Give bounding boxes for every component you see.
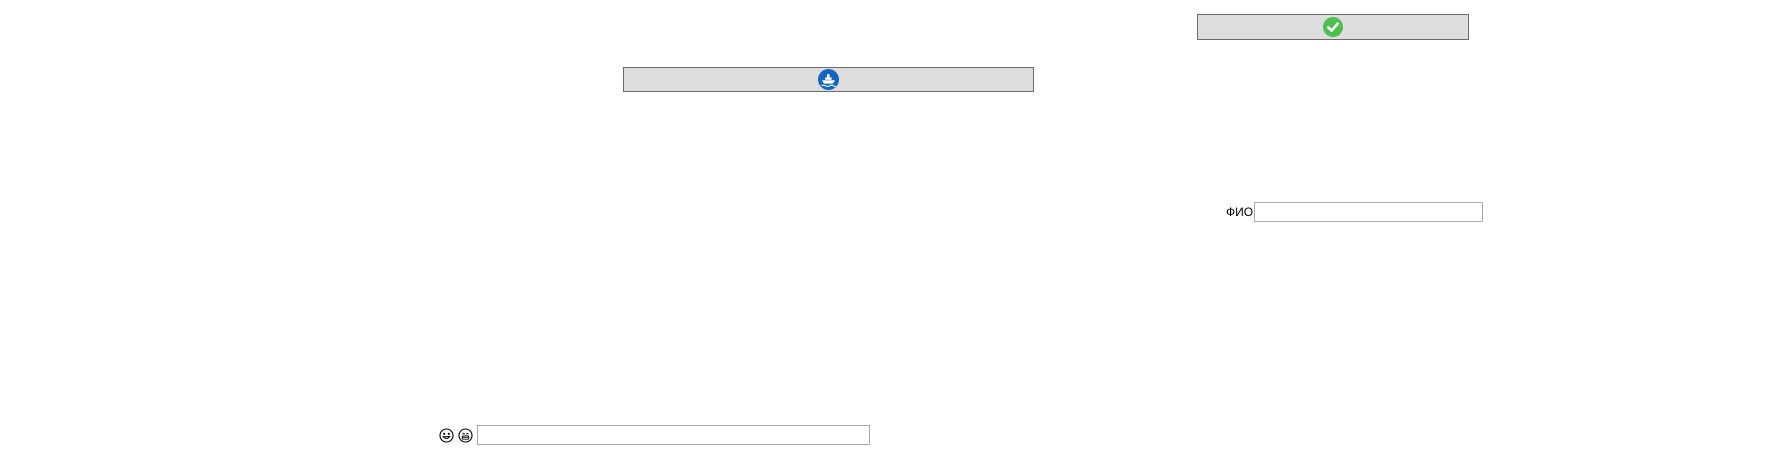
bottom-field-group xyxy=(439,425,870,445)
ship-button[interactable] xyxy=(623,67,1034,92)
fio-field-group: ФИО xyxy=(1226,202,1484,222)
grinning-face-icon xyxy=(458,427,473,443)
message-input[interactable] xyxy=(477,425,870,445)
confirm-button[interactable] xyxy=(1197,14,1469,40)
check-circle-icon xyxy=(1323,17,1343,37)
fio-label: ФИО xyxy=(1226,205,1254,219)
ship-icon xyxy=(818,69,839,90)
smiley-face-icon xyxy=(439,427,454,443)
fio-input[interactable] xyxy=(1254,202,1484,222)
